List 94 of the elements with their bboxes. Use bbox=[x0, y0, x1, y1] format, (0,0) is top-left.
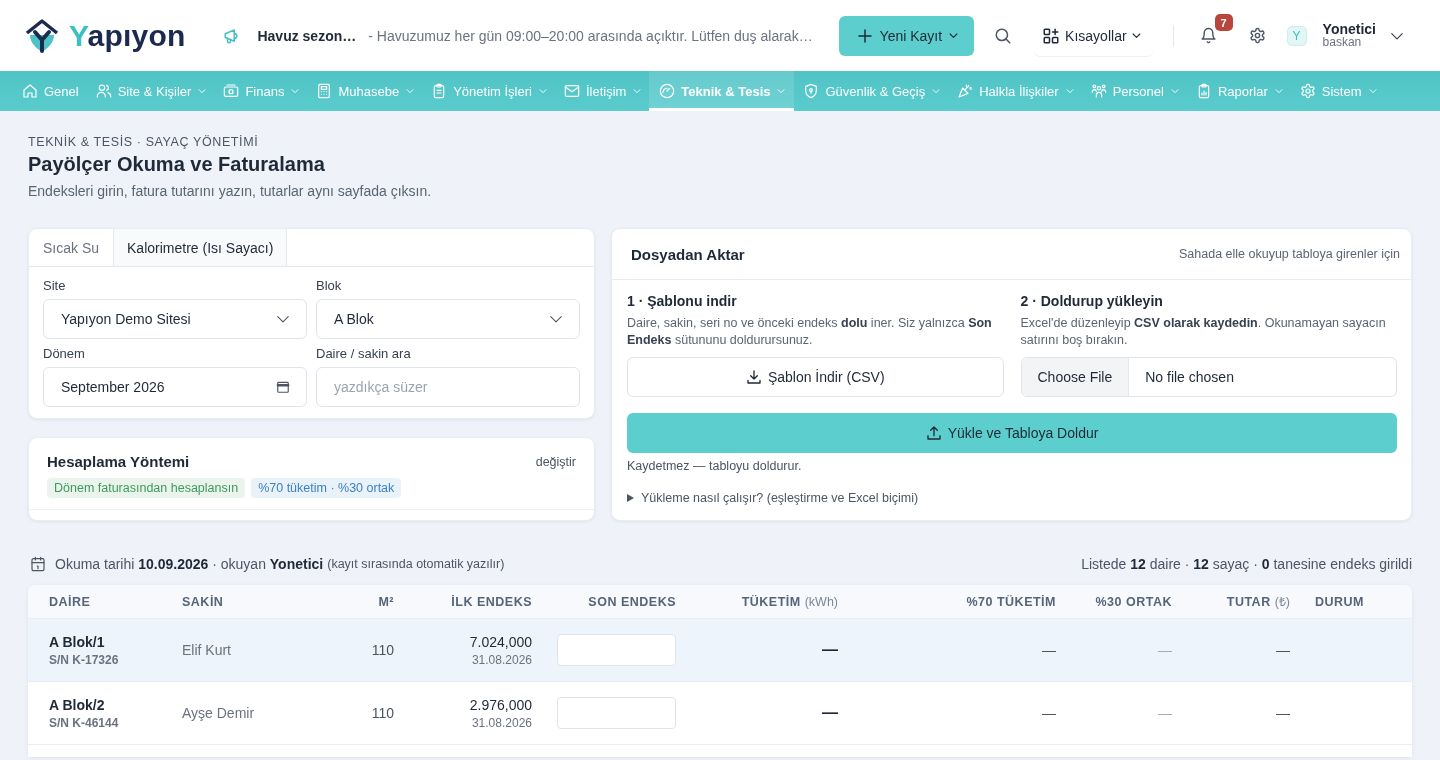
field-label: Daire / sakin ara bbox=[316, 345, 412, 363]
party-popper-icon bbox=[957, 83, 974, 99]
step-title: 2 · Doldurup yükleyin bbox=[1020, 292, 1164, 310]
search-icon[interactable] bbox=[994, 26, 1013, 45]
page-subtitle: Endeksleri girin, fatura tutarını yazın, tutarlar aynı sayfada çıksın. bbox=[28, 182, 433, 201]
resident-name: Ayşe Demir bbox=[182, 705, 255, 721]
download-template-button[interactable]: Şablon İndir (CSV) bbox=[627, 357, 1004, 397]
consumption-value: — bbox=[822, 704, 838, 722]
column-header: M² bbox=[378, 594, 394, 609]
serial-number: S/N K-17326 bbox=[49, 651, 119, 668]
search-field[interactable]: yazdıkça süzer bbox=[316, 367, 580, 407]
amount-value: — bbox=[1276, 705, 1290, 721]
user-name: Yonetici bbox=[1322, 22, 1376, 36]
section-title: Hesaplama Yöntemi bbox=[47, 453, 190, 471]
section-hint: Sahada elle okuyup tabloya girenler için bbox=[1179, 247, 1400, 261]
apartment-label: A Blok/1 bbox=[49, 632, 105, 651]
chevron-down-icon bbox=[949, 31, 959, 40]
column-header: DURUM bbox=[1315, 594, 1365, 609]
file-status: No file chosen bbox=[1144, 368, 1234, 387]
column-header: TÜKETİM (kWh) bbox=[741, 594, 838, 609]
amount-value: — bbox=[1276, 642, 1290, 658]
upload-button[interactable]: Yükle ve Tabloya Doldur bbox=[627, 413, 1397, 453]
apartment-label: A Blok/2 bbox=[49, 695, 105, 714]
bell-icon[interactable] bbox=[1199, 27, 1217, 44]
select-field[interactable]: A Blok bbox=[316, 299, 580, 339]
area-value: 110 bbox=[371, 642, 394, 658]
announcement-text: - Havuzumuz her gün 09:00–20:00 arasında açıktır. Lütfen duş alarak… bbox=[368, 27, 813, 44]
choose-file-button[interactable]: Choose File bbox=[1021, 358, 1130, 396]
month-field[interactable]: September 2026 bbox=[43, 367, 307, 407]
page-title: Payölçer Okuma ve Faturalama bbox=[28, 152, 326, 177]
cash-icon bbox=[223, 83, 240, 99]
grid-plus-icon bbox=[1042, 26, 1061, 45]
share-value: — bbox=[1042, 642, 1056, 658]
list-summary: Listede 12 daire · 12 sayaç · 0 tanesine endeks girildi bbox=[1081, 556, 1412, 572]
column-header: TUTAR (₺) bbox=[1226, 594, 1290, 610]
step-title: 1 · Şablonu indir bbox=[627, 292, 738, 310]
shield-icon bbox=[803, 83, 820, 99]
serial-number: S/N K-46144 bbox=[49, 714, 119, 731]
field-label: Blok bbox=[316, 277, 343, 295]
reading-date: 31.08.2026 bbox=[471, 651, 532, 668]
index-value: 2.976,000 bbox=[469, 695, 532, 714]
reading-input[interactable] bbox=[557, 697, 676, 729]
column-header: İLK ENDEKS bbox=[451, 594, 532, 609]
plus-icon bbox=[856, 27, 873, 44]
section-title: Dosyadan Aktar bbox=[631, 245, 745, 263]
share-value: — bbox=[1158, 705, 1172, 721]
user-role: baskan bbox=[1322, 35, 1363, 49]
announcement-title: Havuz sezon… bbox=[257, 27, 357, 44]
help-toggle[interactable]: Yükleme nasıl çalışır? (eşleştirme ve Excel biçimi) bbox=[627, 490, 919, 506]
column-header: DAİRE bbox=[49, 594, 91, 609]
calculator-icon bbox=[316, 83, 333, 99]
column-header: SAKİN bbox=[182, 594, 224, 609]
calendar-icon bbox=[276, 380, 290, 394]
change-link[interactable]: değiştir bbox=[535, 455, 576, 469]
settings-icon[interactable] bbox=[1248, 27, 1266, 44]
resident-name: Elif Kurt bbox=[182, 642, 231, 658]
meter-tab[interactable]: Sıcak Su bbox=[29, 229, 114, 266]
field-label: Site bbox=[43, 277, 67, 295]
column-header: SON ENDEKS bbox=[588, 594, 676, 609]
method-tag: %70 tüketim · %30 ortak bbox=[251, 478, 402, 498]
column-header: %70 TÜKETİM bbox=[966, 594, 1056, 609]
home-icon bbox=[22, 83, 38, 99]
notification-badge: 7 bbox=[1214, 14, 1233, 31]
file-picker[interactable]: Choose File No file chosen bbox=[1020, 357, 1397, 397]
new-record-button[interactable]: Yeni Kayıt bbox=[838, 15, 975, 56]
share-value: — bbox=[1042, 705, 1056, 721]
field-label: Dönem bbox=[43, 345, 86, 363]
users-icon bbox=[95, 83, 112, 99]
calendar-icon bbox=[30, 556, 46, 572]
people-group-icon bbox=[1090, 83, 1107, 99]
reading-input[interactable] bbox=[557, 634, 676, 666]
upload-icon bbox=[925, 425, 942, 441]
method-tag: Dönem faturasından hesaplansın bbox=[47, 478, 246, 498]
step-description: Excel'de düzenleyip CSV olarak kaydedin. Okunamayan sayacın satırını boş bırakın. bbox=[1020, 315, 1387, 349]
reading-date: 31.08.2026 bbox=[471, 714, 532, 731]
mail-icon bbox=[563, 83, 580, 99]
brand-name: Yapıyon bbox=[69, 18, 186, 53]
upload-note: Kaydetmez — tabloyu doldurur. bbox=[627, 458, 803, 474]
chevron-down-icon bbox=[1131, 31, 1141, 40]
gauge-icon bbox=[659, 83, 676, 99]
auto-note: (kayıt sırasında otomatik yazılır) bbox=[327, 557, 505, 571]
settings-icon bbox=[1299, 83, 1316, 99]
download-icon bbox=[745, 369, 762, 385]
logo-icon bbox=[24, 17, 60, 54]
share-value: — bbox=[1158, 642, 1172, 658]
area-value: 110 bbox=[371, 705, 394, 721]
breadcrumb: TEKNİK & TESİS · SAYAÇ YÖNETİMİ bbox=[28, 134, 260, 150]
index-value: 7.024,000 bbox=[469, 632, 532, 651]
meter-tab[interactable]: Kalorimetre (Isı Sayacı) bbox=[113, 229, 288, 266]
column-header: %30 ORTAK bbox=[1095, 594, 1172, 609]
select-field[interactable]: Yapıyon Demo Sitesi bbox=[43, 299, 307, 339]
reading-info: Okuma tarihi 10.09.2026 · okuyan Yonetici bbox=[55, 556, 324, 572]
step-description: Daire, sakin, seri no ve önceki endeks dolu iner. Siz yalnızca Son Endeks sütununu doldurursunuz. bbox=[627, 315, 993, 349]
consumption-value: — bbox=[822, 641, 838, 659]
